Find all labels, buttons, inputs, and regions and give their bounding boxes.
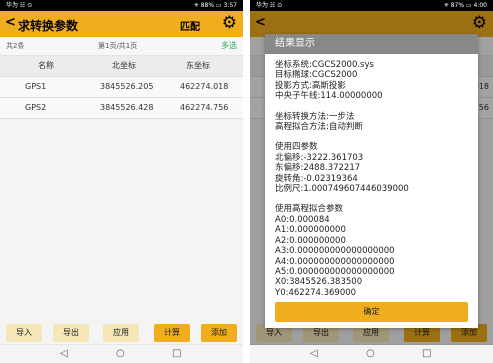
page-indicator: 第1页/共1页	[98, 42, 138, 50]
system-nav-bar: ◁ ○ □	[250, 344, 493, 363]
result-line: A1:0.000000000	[275, 225, 346, 236]
ok-button[interactable]: 确定	[275, 302, 468, 322]
cell-name: GPS1	[25, 82, 47, 91]
column-north: 北坐标	[112, 61, 136, 70]
result-line: 投影方式:高斯投影	[275, 80, 346, 91]
nav-recent-icon[interactable]: □	[172, 345, 181, 363]
screen-result-dialog: 华为 ☵ ⊙ ✳ 87% ▭ 4:00 < ⚙ 018 756 导入 导出 应用…	[250, 0, 493, 363]
cell-name: GPS2	[25, 103, 47, 112]
cell-east: 462274.018	[180, 82, 229, 91]
result-line: 坐标转换方法:一步法	[275, 111, 355, 122]
table-row[interactable]: GPS1 3845526.205 462274.018	[0, 77, 243, 98]
system-nav-bar: ◁ ○ □	[0, 344, 243, 363]
status-bar: 华为 ☵ ⊙ ✳ 87% ▭ 4:00	[250, 0, 493, 11]
status-left: 华为 ☵ ⊙	[256, 2, 283, 9]
nav-home-icon[interactable]: ○	[366, 345, 375, 363]
result-line: X0:3845526.383500	[275, 277, 363, 288]
page-title: 求转换参数	[18, 19, 79, 33]
multi-select-button[interactable]: 多选	[221, 37, 237, 55]
record-count: 共2条	[6, 42, 25, 50]
status-right: ✳ 87% ▭ 4:00	[443, 2, 487, 9]
result-line: A2:0.000000000	[275, 235, 346, 246]
export-button[interactable]: 导出	[53, 324, 89, 342]
result-line: 坐标系统:CGCS2000.sys	[275, 60, 374, 70]
title-bar: < 求转换参数 匹配 ⚙	[0, 11, 243, 37]
cell-north: 3845526.205	[100, 82, 154, 91]
apply-button[interactable]: 应用	[103, 324, 139, 342]
result-line: 使用高程拟合参数	[275, 204, 344, 215]
back-arrow-icon[interactable]: <	[5, 15, 16, 30]
nav-recent-icon[interactable]: □	[422, 345, 431, 363]
action-bar: 导入 导出 应用 计算 添加	[0, 321, 243, 345]
gear-icon[interactable]: ⚙	[222, 13, 237, 33]
table-header: 名称 北坐标 东坐标	[0, 56, 243, 77]
result-line: 使用四参数	[275, 142, 318, 153]
result-line: 高程拟合方法:自动判断	[275, 122, 363, 133]
result-line: A5:0.000000000000000000	[275, 266, 395, 277]
calculate-button[interactable]: 计算	[154, 324, 190, 342]
table-row[interactable]: GPS2 3845526.428 462274.756	[0, 98, 243, 119]
status-bar: 华为 ☵ ⊙ ✳ 88% ▭ 3:57	[0, 0, 243, 11]
cell-east: 462274.756	[180, 103, 229, 112]
status-left: 华为 ☵ ⊙	[6, 2, 33, 9]
nav-back-icon[interactable]: ◁	[310, 345, 318, 363]
column-east: 东坐标	[186, 61, 210, 70]
column-name: 名称	[38, 61, 54, 70]
result-line: Y0:462274.369000	[275, 287, 357, 298]
result-line: 东偏移:2488.372217	[275, 163, 361, 174]
result-line: A0:0.000084	[275, 214, 330, 225]
add-button[interactable]: 添加	[201, 324, 237, 342]
result-line: 北偏移:-3222.361703	[275, 152, 364, 163]
result-dialog: 结果显示 坐标系统:CGCS2000.sys 目标椭球:CGCS2000 投影方…	[265, 34, 478, 328]
screen-param-list: 华为 ☵ ⊙ ✳ 88% ▭ 3:57 < 求转换参数 匹配 ⚙ 共2条 第1页…	[0, 0, 243, 363]
match-button[interactable]: 匹配	[180, 18, 200, 33]
nav-home-icon[interactable]: ○	[116, 345, 125, 363]
result-line: 中央子午线:114.00000000	[275, 91, 383, 102]
result-line: 旋转角:-0.02319364	[275, 173, 358, 184]
pagination-row: 共2条 第1页/共1页 多选	[0, 37, 243, 56]
nav-back-icon[interactable]: ◁	[60, 345, 68, 363]
dialog-body: 坐标系统:CGCS2000.sys 目标椭球:CGCS2000 投影方式:高斯投…	[265, 54, 478, 298]
status-right: ✳ 88% ▭ 3:57	[193, 2, 237, 9]
import-button[interactable]: 导入	[6, 324, 42, 342]
result-line: A3:0.000000000000000000	[275, 246, 395, 257]
dialog-title: 结果显示	[265, 34, 478, 54]
result-line: A4:0.000000000000000000	[275, 256, 395, 267]
result-line: 目标椭球:CGCS2000	[275, 70, 358, 81]
cell-north: 3845526.428	[100, 103, 154, 112]
result-line: 比例尺:1.000749607446039000	[275, 184, 409, 195]
